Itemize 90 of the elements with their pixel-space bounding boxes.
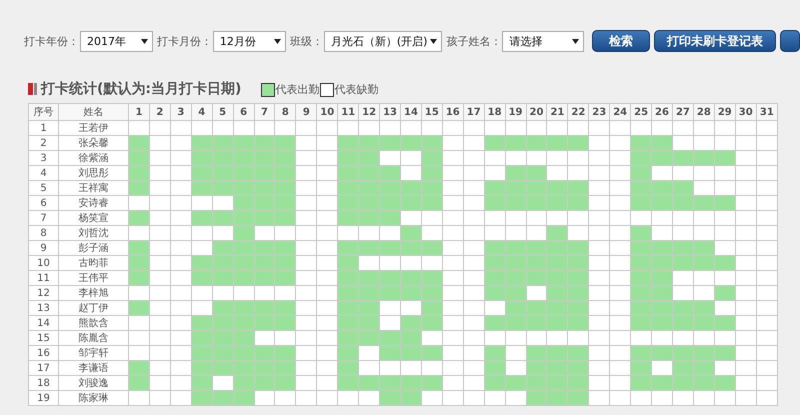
filter-label: 孩子姓名： [446, 34, 502, 48]
column-header: 24 [610, 104, 631, 120]
table-cell: 11 [28, 270, 58, 286]
column-header: 10 [316, 104, 338, 120]
table-cell: 15 [28, 330, 58, 346]
clipped-button[interactable] [780, 30, 800, 52]
column-header: 23 [588, 104, 610, 120]
column-header: 4 [191, 104, 212, 120]
column-header: 22 [568, 104, 589, 120]
column-header: 27 [672, 104, 694, 120]
dropdown-select[interactable]: 月光石（新）(开启) [324, 30, 442, 52]
action-button[interactable]: 打印未刷卡登记表 [654, 30, 776, 52]
table-cell: 刘哲沈 [58, 226, 128, 240]
dropdown-select[interactable]: 2017年 [80, 30, 153, 52]
legend-label: 代表缺勤 [334, 82, 378, 96]
table-cell: 19 [28, 390, 58, 406]
table-cell: 17 [28, 360, 58, 376]
table-cell: 刘骏逸 [58, 376, 128, 390]
table-cell: 张朵馨 [58, 136, 128, 150]
table-cell: 赵丁伊 [58, 300, 128, 316]
table-cell: 李谦语 [58, 360, 128, 376]
column-header: 11 [338, 104, 359, 120]
column-header: 19 [505, 104, 526, 120]
section-marker-icon [28, 83, 37, 95]
table-cell: 陈胤含 [58, 330, 128, 346]
dropdown-select[interactable]: 12月份 [212, 30, 286, 52]
column-header: 1 [128, 104, 150, 120]
table-cell: 安诗睿 [58, 196, 128, 210]
column-header: 姓名 [58, 104, 128, 120]
column-header: 17 [463, 104, 484, 120]
table-cell: 18 [28, 376, 58, 390]
column-header: 26 [652, 104, 672, 120]
column-header: 12 [358, 104, 380, 120]
section-title: 打卡统计(默认为:当月打卡日期) [41, 80, 242, 98]
table-cell: 12 [28, 286, 58, 300]
column-header: 18 [484, 104, 506, 120]
column-header: 9 [296, 104, 317, 120]
column-header: 14 [400, 104, 422, 120]
caret-icon [140, 38, 148, 44]
caret-icon [430, 38, 438, 44]
table-cell: 古昀菲 [58, 256, 128, 270]
filter-label: 打卡年份： [24, 34, 79, 48]
legend-label: 代表出勤 [275, 82, 320, 96]
table-cell: 1 [28, 120, 58, 136]
column-header: 15 [421, 104, 442, 120]
table-cell: 李梓旭 [58, 286, 128, 300]
table-cell: 13 [28, 300, 58, 316]
table-cell: 16 [28, 346, 58, 360]
table-cell: 刘思彤 [58, 166, 128, 180]
column-header: 6 [233, 104, 254, 120]
table-cell: 9 [28, 240, 58, 256]
table-cell: 王若伊 [58, 120, 128, 136]
table-cell: 邹宇轩 [58, 346, 128, 360]
column-header: 8 [274, 104, 296, 120]
filter-label: 班级： [290, 34, 323, 48]
table-cell: 杨笑宣 [58, 210, 128, 226]
table-cell: 6 [28, 196, 58, 210]
column-header: 16 [442, 104, 464, 120]
table-cell: 4 [28, 166, 58, 180]
column-header: 5 [212, 104, 234, 120]
column-header: 序号 [28, 104, 58, 120]
column-header: 7 [254, 104, 275, 120]
column-header: 25 [630, 104, 652, 120]
table-cell: 王伟平 [58, 270, 128, 286]
column-header: 2 [149, 104, 170, 120]
column-header: 13 [380, 104, 400, 120]
column-header: 28 [693, 104, 714, 120]
column-header: 29 [714, 104, 736, 120]
table-cell: 陈家琳 [58, 390, 128, 406]
table-cell: 王祥寓 [58, 180, 128, 196]
caret-icon [274, 38, 281, 44]
column-header: 21 [546, 104, 568, 120]
table-cell: 10 [28, 256, 58, 270]
column-header: 31 [756, 104, 778, 120]
table-cell: 3 [28, 150, 58, 166]
table-cell: 彭子涵 [58, 240, 128, 256]
column-header: 3 [170, 104, 192, 120]
table-cell: 8 [28, 226, 58, 240]
filter-label: 打卡月份： [156, 34, 212, 48]
table-cell: 14 [28, 316, 58, 330]
table-cell: 熊歆含 [58, 316, 128, 330]
action-button[interactable]: 检索 [592, 30, 650, 52]
column-header: 30 [735, 104, 756, 120]
column-header: 20 [526, 104, 547, 120]
table-cell: 5 [28, 180, 58, 196]
table-cell: 2 [28, 136, 58, 150]
dropdown-select[interactable]: 请选择 [502, 30, 584, 52]
table-cell: 7 [28, 210, 58, 226]
table-cell: 徐紫涵 [58, 150, 128, 166]
caret-icon [572, 38, 580, 44]
